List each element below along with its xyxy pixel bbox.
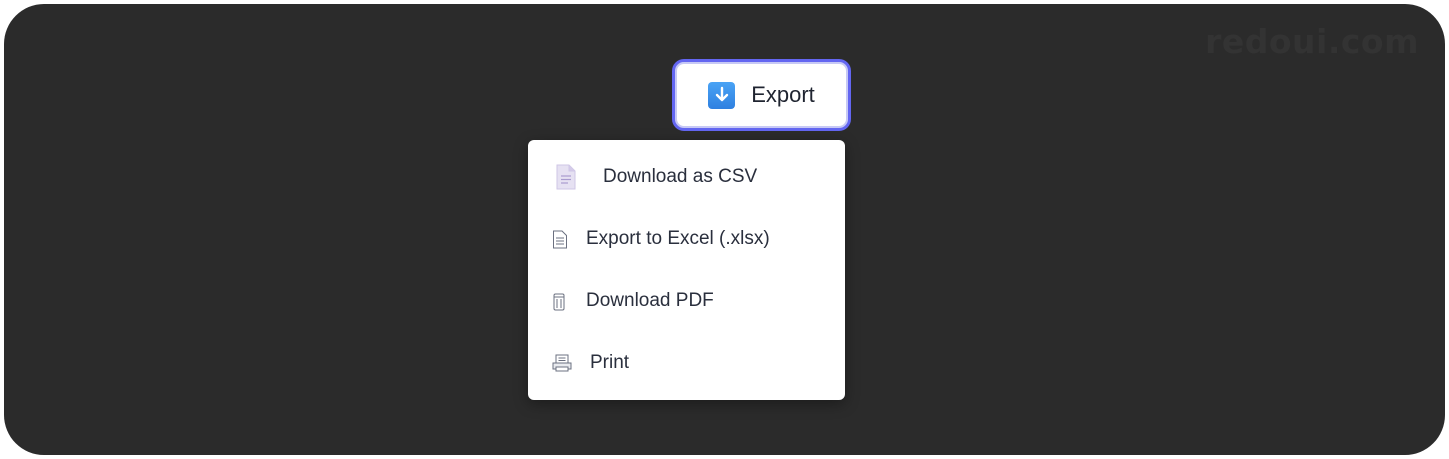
menu-item-export-excel[interactable]: Export to Excel (.xlsx) bbox=[528, 208, 845, 270]
menu-item-print[interactable]: Print bbox=[528, 332, 845, 394]
menu-item-label: Download as CSV bbox=[603, 166, 758, 187]
watermark: redoui.com bbox=[1205, 22, 1419, 61]
export-button-label: Export bbox=[751, 82, 815, 107]
menu-item-label: Print bbox=[590, 352, 630, 373]
export-button[interactable]: Export bbox=[672, 59, 851, 131]
pdf-file-icon bbox=[553, 292, 565, 311]
printer-icon bbox=[552, 354, 572, 372]
export-dropdown-menu: Download as CSV Export to Excel (.xlsx) bbox=[528, 140, 845, 400]
spreadsheet-file-icon bbox=[552, 230, 568, 249]
download-arrow-icon bbox=[708, 81, 736, 109]
menu-item-download-csv[interactable]: Download as CSV bbox=[528, 146, 845, 208]
canvas: redoui.com Export Download as CSV Export… bbox=[4, 4, 1445, 455]
menu-item-label: Download PDF bbox=[586, 290, 714, 311]
menu-item-download-pdf[interactable]: Download PDF bbox=[528, 270, 845, 332]
menu-item-label: Export to Excel (.xlsx) bbox=[586, 228, 770, 249]
document-icon bbox=[555, 164, 577, 190]
